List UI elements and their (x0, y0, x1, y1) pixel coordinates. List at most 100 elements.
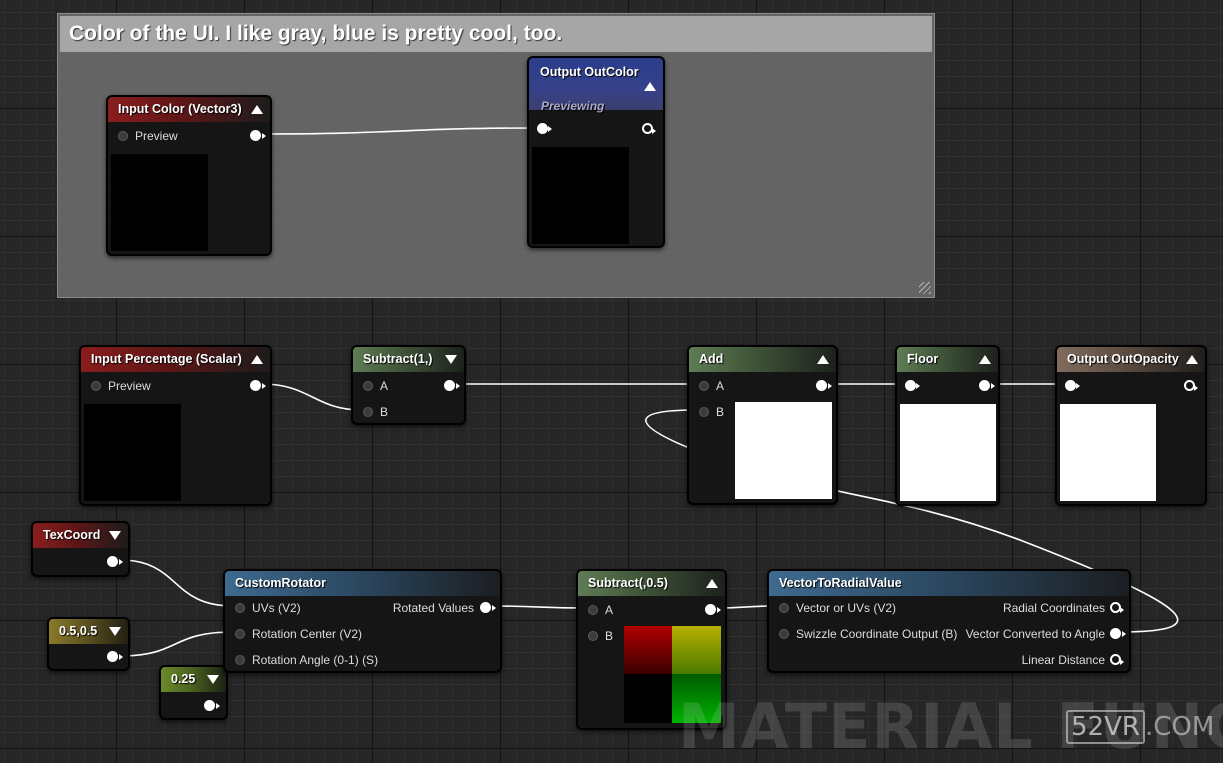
brand-box: 52VR (1066, 710, 1145, 744)
node-title: Subtract(1,) (363, 352, 433, 366)
node-custom-rotator[interactable]: CustomRotator UVs (V2) Rotated Values Ro… (223, 569, 502, 673)
output-pin-rotated[interactable] (480, 602, 496, 613)
input-pin-a[interactable] (363, 381, 373, 391)
node-output-outcolor[interactable]: Output OutColor Previewing (527, 56, 665, 248)
node-header: Add (689, 347, 836, 372)
collapse-icon[interactable] (109, 627, 121, 636)
collapse-icon[interactable] (979, 355, 991, 364)
output-pin[interactable] (1184, 380, 1198, 391)
node-header: Input Color (Vector3) (108, 97, 270, 122)
preview-input-pin[interactable] (118, 131, 128, 141)
output-pin[interactable] (705, 604, 721, 615)
node-preview (532, 147, 629, 244)
node-header: Output OutColor Previewing (529, 58, 663, 113)
wire-const-to-center (119, 631, 234, 657)
node-header: VectorToRadialValue (769, 571, 1129, 596)
comment-title[interactable]: Color of the UI. I like gray, blue is pr… (60, 16, 932, 52)
pin-label: Swizzle Coordinate Output (B) (796, 627, 958, 641)
brand-logo: 52VR .COM (1066, 710, 1214, 744)
node-title: Output OutColor (540, 65, 639, 79)
collapse-icon[interactable] (817, 355, 829, 364)
node-preview (735, 402, 832, 499)
input-pin-uvs[interactable] (235, 603, 245, 613)
collapse-icon[interactable] (251, 105, 263, 114)
node-header: Output OutOpacity (1057, 347, 1205, 372)
node-title: Floor (907, 352, 939, 366)
node-input-color[interactable]: Input Color (Vector3) Preview (106, 95, 272, 256)
node-output-outopacity[interactable]: Output OutOpacity (1055, 345, 1207, 506)
node-header: Subtract(,0.5) (578, 571, 725, 596)
node-title: Subtract(,0.5) (588, 576, 668, 590)
node-title: CustomRotator (235, 576, 326, 590)
output-pin-angle[interactable] (1110, 628, 1126, 639)
previewing-label: Previewing (541, 99, 605, 113)
pin-label: Linear Distance (1021, 653, 1105, 667)
brand-suffix: .COM (1144, 712, 1215, 742)
pin-label: Vector Converted to Angle (965, 627, 1105, 641)
pin-label: A (716, 379, 725, 393)
output-pin-radial[interactable] (1110, 602, 1124, 613)
node-subtract-1[interactable]: Subtract(1,) A B (351, 345, 466, 425)
node-header: 0.5,0.5 (49, 619, 128, 644)
input-pin[interactable] (537, 123, 552, 134)
pin-label: Rotation Angle (0-1) (S) (252, 653, 379, 667)
node-input-percentage[interactable]: Input Percentage (Scalar) Preview (79, 345, 272, 506)
node-header: 0.25 (161, 667, 226, 692)
node-title: TexCoord (43, 528, 101, 542)
node-constant-025[interactable]: 0.25 (159, 665, 228, 720)
input-pin-b[interactable] (699, 407, 709, 417)
input-pin-vector[interactable] (779, 603, 789, 613)
node-add[interactable]: Add A B (687, 345, 838, 505)
collapse-icon[interactable] (706, 579, 718, 588)
collapse-icon[interactable] (207, 675, 219, 684)
output-pin[interactable] (204, 700, 220, 711)
pin-label: Rotation Center (V2) (252, 627, 363, 641)
node-header: CustomRotator (225, 571, 500, 596)
input-pin[interactable] (1065, 380, 1080, 391)
input-pin-center[interactable] (235, 629, 245, 639)
wire-percentage-to-subtract-b (261, 383, 363, 411)
node-title: Add (699, 352, 724, 366)
output-pin[interactable] (250, 130, 266, 141)
node-vector-to-radial[interactable]: VectorToRadialValue Vector or UVs (V2) R… (767, 569, 1131, 673)
pin-label: Preview (108, 379, 151, 393)
node-header: Input Percentage (Scalar) (81, 347, 270, 372)
pin-label: Rotated Values (392, 601, 474, 615)
node-header: Subtract(1,) (353, 347, 464, 372)
node-title: 0.5,0.5 (59, 624, 98, 638)
collapse-icon[interactable] (251, 355, 263, 364)
input-pin-b[interactable] (363, 407, 373, 417)
node-texcoord[interactable]: TexCoord (31, 521, 130, 577)
node-floor[interactable]: Floor (895, 345, 1000, 506)
collapse-icon[interactable] (644, 82, 656, 91)
input-pin-a[interactable] (588, 605, 598, 615)
node-preview (1060, 404, 1156, 501)
output-pin-linear[interactable] (1110, 654, 1124, 665)
collapse-icon[interactable] (1186, 355, 1198, 364)
node-title: Input Percentage (Scalar) (91, 352, 242, 366)
collapse-icon[interactable] (109, 531, 121, 540)
wire-texcoord-to-uvs (119, 559, 234, 607)
input-pin-a[interactable] (699, 381, 709, 391)
input-pin-angle[interactable] (235, 655, 245, 665)
output-pin[interactable] (979, 380, 995, 391)
node-title: Output OutOpacity (1067, 352, 1179, 366)
node-header: TexCoord (33, 523, 128, 548)
collapse-icon[interactable] (445, 355, 457, 364)
output-pin[interactable] (816, 380, 832, 391)
pin-label: Vector or UVs (V2) (796, 601, 897, 615)
output-pin[interactable] (107, 556, 123, 567)
input-pin[interactable] (905, 380, 920, 391)
pin-label: B (716, 405, 725, 419)
output-pin[interactable] (250, 380, 266, 391)
preview-input-pin[interactable] (91, 381, 101, 391)
input-pin-b[interactable] (588, 631, 598, 641)
wire-rotated-to-subtract-a (489, 605, 588, 609)
node-title: Input Color (Vector3) (118, 102, 242, 116)
output-pin[interactable] (444, 380, 460, 391)
node-constant-05[interactable]: 0.5,0.5 (47, 617, 130, 671)
resize-grip-icon[interactable] (919, 282, 931, 294)
input-pin-swizzle[interactable] (779, 629, 789, 639)
output-pin[interactable] (642, 123, 656, 134)
output-pin[interactable] (107, 651, 123, 662)
